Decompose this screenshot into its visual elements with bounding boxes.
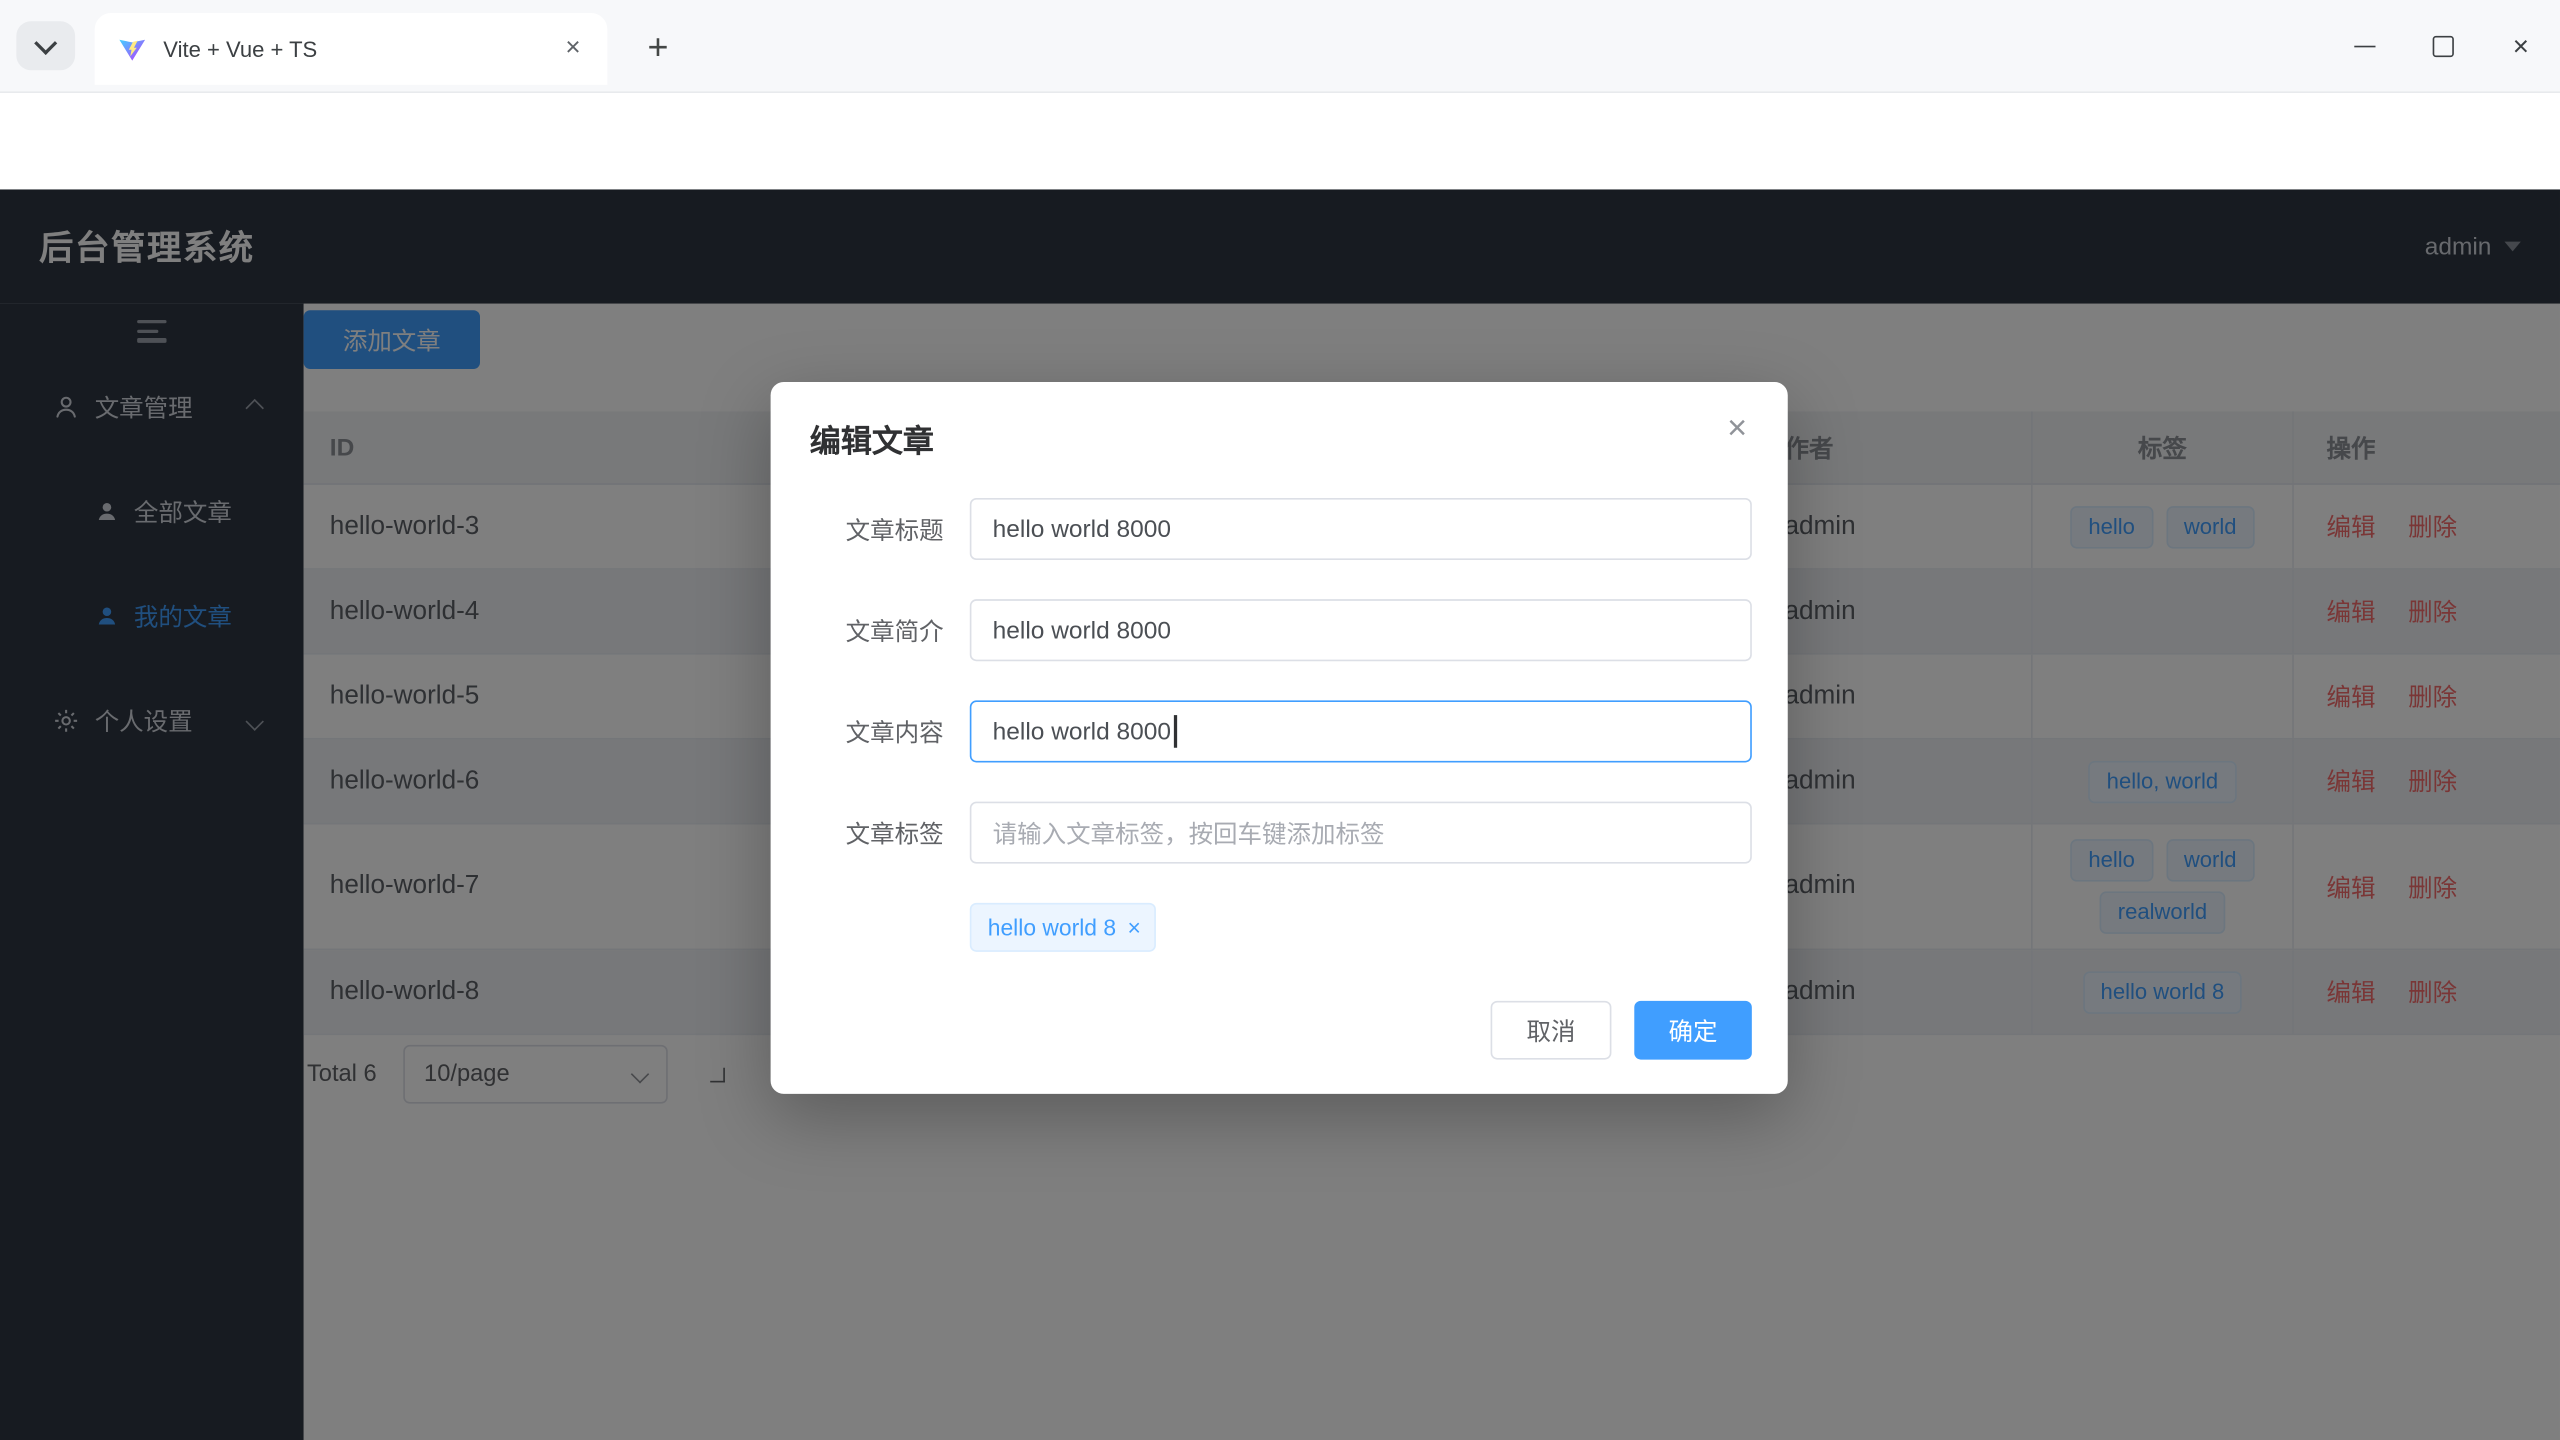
browser-tab[interactable]: Vite + Vue + TS ×: [95, 13, 608, 85]
article-summary-input[interactable]: hello world 8000: [970, 599, 1752, 661]
web-page: 后台管理系统 admin 文章管理: [0, 189, 2560, 1440]
article-tags-input[interactable]: 请输入文章标签，按回车键添加标签: [970, 802, 1752, 864]
tag-remove-icon[interactable]: ×: [1128, 916, 1141, 939]
field-label-content: 文章内容: [771, 714, 970, 748]
text-cursor: [1174, 715, 1176, 748]
chevron-down-icon: [34, 32, 57, 55]
edit-article-dialog: 编辑文章 × 文章标题 hello world 8000 文章简介 hello …: [771, 382, 1788, 1094]
browser-toolbar: i localhost:5173/#/article/me A ☆ ❖ A: [0, 93, 2560, 189]
tab-title: Vite + Vue + TS: [163, 37, 555, 61]
maximize-button[interactable]: [2403, 0, 2481, 91]
vite-favicon-icon: [118, 34, 147, 63]
article-title-value: hello world 8000: [993, 515, 1171, 543]
tag-chip-label: hello world 8: [988, 914, 1116, 940]
window-controls: ×: [2325, 0, 2560, 91]
close-icon: ×: [2513, 32, 2529, 60]
confirm-button[interactable]: 确定: [1634, 1001, 1752, 1060]
dialog-close-icon[interactable]: ×: [1716, 408, 1758, 450]
article-content-value: hello world 8000: [993, 718, 1171, 746]
new-tab-button[interactable]: +: [633, 23, 682, 72]
maximize-icon: [2432, 35, 2453, 56]
tab-close-icon[interactable]: ×: [555, 31, 591, 67]
dialog-title: 编辑文章: [810, 418, 934, 462]
tab-strip: Vite + Vue + TS × + ×: [0, 0, 2560, 93]
field-label-title: 文章标题: [771, 512, 970, 546]
field-label-tags: 文章标签: [771, 816, 970, 850]
close-button[interactable]: ×: [2482, 0, 2560, 91]
cancel-button[interactable]: 取消: [1491, 1001, 1612, 1060]
tag-chip: hello world 8 ×: [970, 903, 1156, 952]
dialog-footer: 取消 确定: [1491, 1001, 1752, 1060]
dialog-form: 文章标题 hello world 8000 文章简介 hello world 8…: [771, 498, 1752, 952]
minimize-icon: [2353, 45, 2374, 47]
tags-placeholder: 请输入文章标签，按回车键添加标签: [993, 816, 1385, 850]
minimize-button[interactable]: [2325, 0, 2403, 91]
article-title-input[interactable]: hello world 8000: [970, 498, 1752, 560]
article-summary-value: hello world 8000: [993, 616, 1171, 644]
article-content-input[interactable]: hello world 8000: [970, 700, 1752, 762]
field-label-summary: 文章简介: [771, 613, 970, 647]
browser-window: Vite + Vue + TS × + × i localhost:5173/#: [0, 0, 2560, 1440]
tab-search-button[interactable]: [16, 21, 75, 70]
